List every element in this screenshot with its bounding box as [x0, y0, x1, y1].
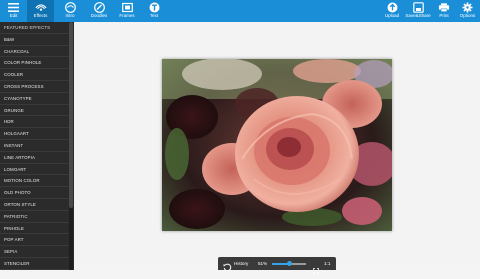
history-icon[interactable]	[223, 259, 232, 272]
tool-label: Text	[149, 13, 159, 18]
effect-item-lomoart[interactable]: LOMOART	[0, 164, 69, 176]
tool-label: Doodles	[90, 13, 108, 18]
zoom-percent: 51%	[258, 261, 268, 266]
sidebar-scrollbar-thumb[interactable]	[69, 22, 73, 208]
print-icon	[438, 1, 450, 13]
rose-photo-image	[162, 59, 392, 231]
history-button[interactable]: History	[234, 257, 248, 270]
tool-label: Effects	[33, 13, 48, 18]
tool-label: Options	[459, 13, 476, 18]
effects-header: FEATURED EFFECTS	[0, 22, 69, 34]
effect-item-cooler[interactable]: COOLER	[0, 69, 69, 81]
fit-screen-icon[interactable]	[313, 261, 319, 274]
effect-item-motion-color[interactable]: MOTION COLOR	[0, 175, 69, 188]
save-share-icon	[412, 1, 424, 13]
effect-item-pinhole[interactable]: PINHOLE	[0, 223, 69, 235]
effect-item-charcoal[interactable]: CHARCOAL	[0, 46, 69, 58]
effect-item-pop-art[interactable]: POP ART	[0, 234, 69, 247]
effect-item-cross-process[interactable]: CROSS PROCESS	[0, 81, 69, 93]
effects-icon	[34, 1, 47, 13]
gear-icon	[462, 1, 474, 13]
tool-frames[interactable]: Frames	[114, 0, 140, 22]
tool-edit[interactable]: Edit	[0, 0, 27, 22]
effect-item-grunge[interactable]: GRUNGE	[0, 105, 69, 117]
frames-icon	[121, 1, 133, 13]
effect-item-cyanotype[interactable]: CYANOTYPE	[0, 93, 69, 105]
photo-preview[interactable]	[162, 59, 392, 231]
effects-list: FEATURED EFFECTS B&W CHARCOAL COLOR PINH…	[0, 22, 69, 270]
tool-save-share[interactable]: Save&Share	[404, 0, 432, 22]
tool-text[interactable]: Text	[142, 0, 166, 22]
upload-icon	[386, 1, 398, 13]
effect-item-hdr[interactable]: HDR	[0, 116, 69, 129]
effect-item-line-artopia[interactable]: LINE ARTOPIA	[0, 152, 69, 164]
tool-doodles[interactable]: Doodles	[85, 0, 113, 22]
tool-label: Intro	[65, 13, 75, 18]
tool-label: Upload	[384, 13, 400, 18]
effect-item-sepia[interactable]: SEPIA	[0, 246, 69, 258]
effect-item-orton-style[interactable]: ORTON STYLE	[0, 199, 69, 211]
doodles-icon	[93, 1, 105, 13]
effects-sidebar: FEATURED EFFECTS B&W CHARCOAL COLOR PINH…	[0, 22, 74, 270]
tool-label: Print	[439, 13, 449, 18]
effect-item-instant[interactable]: INSTANT	[0, 140, 69, 152]
tool-label: Save&Share	[405, 13, 431, 18]
intro-icon	[64, 1, 76, 13]
effect-item-patriotic[interactable]: PATRIOTIC	[0, 211, 69, 223]
effect-item-color-pinhole[interactable]: COLOR PINHOLE	[0, 57, 69, 70]
effect-item-holgaart[interactable]: HOLGAART	[0, 128, 69, 140]
tool-effects[interactable]: Effects	[27, 0, 54, 22]
top-toolbar: Edit Effects Intro Doodles Frames Text U…	[0, 0, 480, 22]
actual-size-button[interactable]: 1:1	[324, 257, 330, 270]
tool-print[interactable]: Print	[433, 0, 455, 22]
tool-label: Frames	[119, 13, 135, 18]
effect-item-old-photo[interactable]: OLD PHOTO	[0, 187, 69, 199]
zoom-slider-thumb[interactable]	[286, 261, 292, 266]
tool-intro[interactable]: Intro	[57, 0, 83, 22]
bottom-control-bar: History 51% 1:1	[218, 257, 336, 274]
menu-icon	[8, 1, 20, 13]
tool-label: Edit	[9, 13, 18, 18]
tool-options[interactable]: Options	[455, 0, 480, 22]
effect-item-stenciler[interactable]: STENCILER	[0, 258, 69, 270]
text-icon	[148, 1, 160, 13]
effect-item-bw[interactable]: B&W	[0, 34, 69, 46]
tool-upload[interactable]: Upload	[380, 0, 404, 22]
